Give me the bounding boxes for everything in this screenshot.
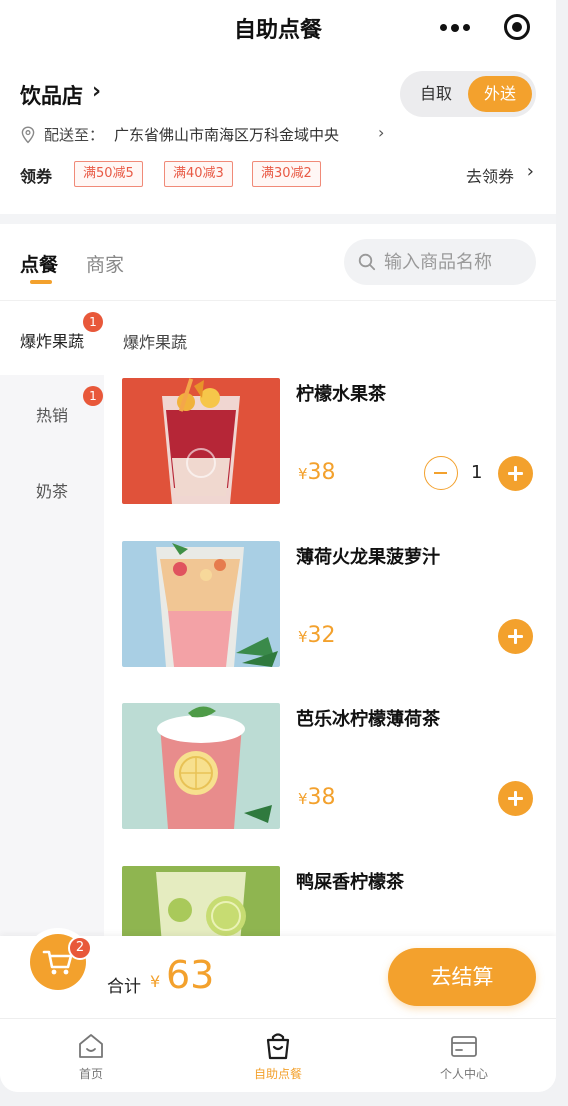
product-price: ¥32 xyxy=(298,623,336,648)
title-bar: 自助点餐 xyxy=(0,0,556,56)
tabbar-item-home[interactable]: 首页 xyxy=(31,1019,151,1092)
category-label: 爆炸果蔬 xyxy=(19,332,84,351)
category-label: 奶茶 xyxy=(35,482,68,501)
tabbar-label: 个人中心 xyxy=(439,1067,488,1081)
order-bag-icon xyxy=(266,1033,290,1060)
price-currency: ¥ xyxy=(298,628,308,646)
chevron-right-icon[interactable]: › xyxy=(92,79,101,104)
quantity-value: 1 xyxy=(471,462,483,483)
chevron-right-icon[interactable]: › xyxy=(527,161,534,182)
category-badge: 1 xyxy=(83,312,103,332)
cart-count-badge: 2 xyxy=(68,936,92,960)
category-item-fruit-veg[interactable]: 爆炸果蔬 1 xyxy=(0,301,104,375)
close-miniprogram-icon[interactable] xyxy=(504,14,530,40)
location-pin-icon xyxy=(21,126,35,144)
category-badge: 1 xyxy=(83,386,103,406)
home-icon xyxy=(79,1034,103,1058)
product-image xyxy=(122,866,280,938)
total-currency: ¥ xyxy=(150,972,161,991)
address-label: 配送至： xyxy=(44,126,105,144)
active-tab-indicator xyxy=(30,280,52,284)
checkout-button[interactable]: 去结算 xyxy=(388,948,536,1006)
product-section-title: 爆炸果蔬 xyxy=(123,333,188,352)
section-divider xyxy=(0,214,556,224)
price-currency: ¥ xyxy=(298,465,308,483)
coupon-tag[interactable]: 满30减2 xyxy=(252,161,321,187)
coupon-tag[interactable]: 满40减3 xyxy=(164,161,233,187)
price-value: 38 xyxy=(307,460,336,485)
address-text: 广东省佛山市南海区万科金域中央 xyxy=(114,126,340,144)
product-item[interactable]: 柠檬水果茶 ¥38 1 xyxy=(122,378,542,504)
product-image xyxy=(122,703,280,829)
product-item[interactable]: 鸭屎香柠檬茶 xyxy=(122,866,542,938)
search-bar[interactable] xyxy=(344,239,536,285)
category-item-hot[interactable]: 热销 1 xyxy=(0,375,104,449)
total-label: 合计 xyxy=(107,977,141,997)
tabbar-label: 自助点餐 xyxy=(253,1067,302,1081)
total-amount: 63 xyxy=(166,953,215,997)
app-page: 自助点餐 饮品店 › 自取 外送 配送至： 广东省佛山市南海区万科金域中央 › … xyxy=(0,0,556,1092)
product-name: 鸭屎香柠檬茶 xyxy=(296,872,404,893)
tab-merchant[interactable]: 商家 xyxy=(86,250,124,277)
product-image xyxy=(122,378,280,504)
product-item[interactable]: 薄荷火龙果菠萝汁 ¥32 xyxy=(122,541,542,667)
add-to-cart-button[interactable] xyxy=(498,619,533,654)
add-to-cart-button[interactable] xyxy=(498,781,533,816)
coupon-row: 领券 满50减5 满40减3 满30减2 去领券 › xyxy=(20,161,536,187)
tabbar-item-profile[interactable]: 个人中心 xyxy=(404,1019,524,1092)
coupon-tag[interactable]: 满50减5 xyxy=(74,161,143,187)
category-sidebar: 爆炸果蔬 1 热销 1 奶茶 xyxy=(0,301,104,941)
category-item-milk-tea[interactable]: 奶茶 xyxy=(0,451,104,525)
shop-name[interactable]: 饮品店 xyxy=(20,80,83,110)
price-value: 32 xyxy=(307,623,336,648)
get-coupon-link[interactable]: 去领券 xyxy=(466,163,514,187)
product-price: ¥38 xyxy=(298,785,336,810)
tabbar-label: 首页 xyxy=(78,1067,103,1081)
bottom-tab-bar: 首页 自助点餐 个人中心 xyxy=(0,1018,556,1092)
search-icon xyxy=(358,253,376,271)
more-icon[interactable] xyxy=(440,23,470,32)
price-value: 38 xyxy=(307,785,336,810)
product-item[interactable]: 芭乐冰柠檬薄荷茶 ¥38 xyxy=(122,703,542,829)
chevron-right-icon: › xyxy=(378,123,385,142)
product-name: 薄荷火龙果菠萝汁 xyxy=(296,547,440,568)
product-name: 芭乐冰柠檬薄荷茶 xyxy=(296,709,440,730)
decrease-quantity-button[interactable] xyxy=(424,456,458,490)
search-input[interactable] xyxy=(384,239,530,285)
price-currency: ¥ xyxy=(298,790,308,808)
pickup-option[interactable]: 自取 xyxy=(408,71,464,117)
product-image xyxy=(122,541,280,667)
page-title: 自助点餐 xyxy=(233,18,322,43)
coupon-label: 领券 xyxy=(20,167,53,186)
product-price: ¥38 xyxy=(298,460,336,485)
product-name: 柠檬水果茶 xyxy=(296,384,386,405)
tab-order[interactable]: 点餐 xyxy=(20,250,58,277)
profile-card-icon xyxy=(451,1036,477,1057)
delivery-option[interactable]: 外送 xyxy=(468,76,532,112)
delivery-mode-toggle: 自取 外送 xyxy=(400,71,536,117)
add-to-cart-button[interactable] xyxy=(498,456,533,491)
tabbar-item-self-order[interactable]: 自助点餐 xyxy=(218,1019,338,1092)
category-label: 热销 xyxy=(35,406,68,425)
